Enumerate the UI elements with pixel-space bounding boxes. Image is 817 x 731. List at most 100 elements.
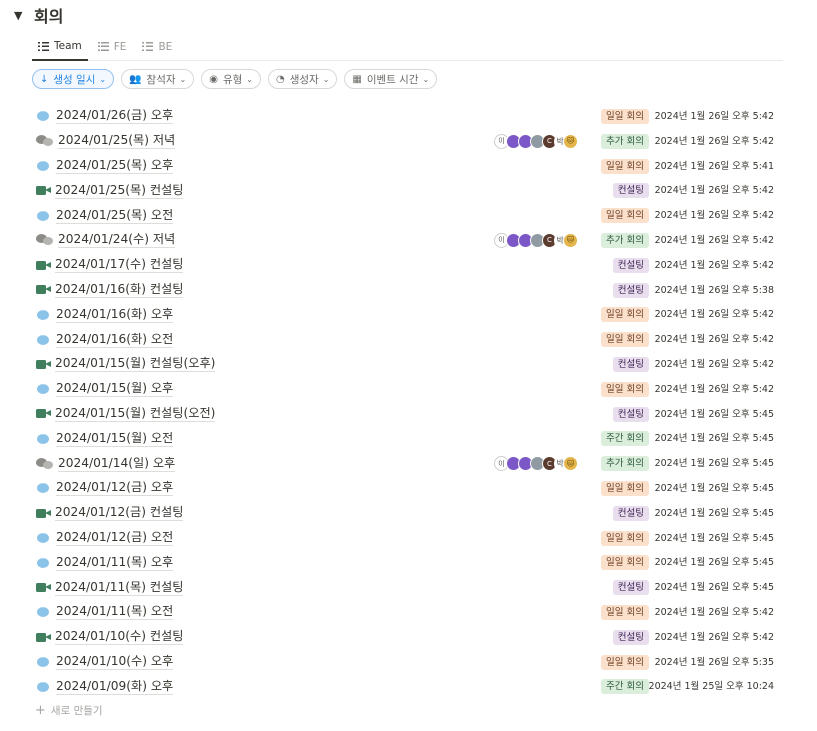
video-camera-icon	[36, 632, 51, 642]
meeting-title[interactable]: 2024/01/25(목) 저녁	[58, 133, 176, 150]
meeting-title[interactable]: 2024/01/15(월) 컨설팅(오후)	[55, 356, 216, 373]
meeting-title[interactable]: 2024/01/10(수) 오후	[56, 654, 174, 670]
list-item[interactable]: 2024/01/16(화) 오후 일일 회의 2024년 1월 26일 오후 5:4…	[32, 302, 783, 327]
list-item[interactable]: 2024/01/25(목) 오전 일일 회의 2024년 1월 26일 오후 5:4…	[32, 203, 783, 228]
tab-fe[interactable]: FE	[92, 33, 133, 60]
list-item[interactable]: 2024/01/11(목) 컨설팅 컨설팅 2024년 1월 26일 오후 5:45	[32, 575, 783, 600]
meeting-title[interactable]: 2024/01/25(목) 컨설팅	[55, 183, 184, 199]
meeting-title[interactable]: 2024/01/14(일) 오후	[58, 456, 176, 472]
toggle-triangle-icon[interactable]: ▼	[14, 9, 30, 22]
calendar-icon: ▦	[352, 73, 362, 85]
meeting-title[interactable]: 2024/01/12(금) 컨설팅	[55, 505, 184, 522]
meeting-title[interactable]: 2024/01/11(목) 오전	[56, 604, 174, 621]
list-item[interactable]: 2024/01/25(목) 컨설팅 컨설팅 2024년 1월 26일 오후 5:42	[32, 178, 783, 203]
list-item[interactable]: 2024/01/14(일) 오후 이 C 박 🐱 추가 회의 2024년 1월 26일 오후…	[32, 451, 783, 476]
attendee-avatars[interactable]: 이 C 박 🐱	[494, 456, 578, 472]
meeting-title[interactable]: 2024/01/11(목) 컨설팅	[55, 580, 184, 596]
meeting-title[interactable]: 2024/01/16(화) 오전	[56, 332, 174, 348]
list-item[interactable]: 2024/01/12(금) 오후 일일 회의 2024년 1월 26일 오후 5:4…	[32, 476, 783, 501]
chevron-down-icon: ⌄	[99, 74, 107, 84]
meeting-title[interactable]: 2024/01/16(화) 오후	[56, 307, 174, 323]
new-item-button[interactable]: + 새로 만들기	[35, 703, 103, 718]
avatar: 🐱	[563, 133, 578, 149]
created-time: 2024년 1월 26일 오후 5:42	[654, 135, 774, 147]
filter-chip[interactable]: 👥 참석자 ⌄	[121, 69, 195, 89]
meeting-type-tag: 추가 회의	[601, 232, 649, 248]
list-item[interactable]: 2024/01/12(금) 오전 일일 회의 2024년 1월 26일 오후 5:4…	[32, 526, 783, 551]
created-time: 2024년 1월 26일 오후 5:35	[654, 656, 774, 668]
attendee-avatars[interactable]: 이 C 박 🐱	[494, 133, 578, 149]
chat-bubble-icon	[37, 678, 49, 692]
avatar: 🐱	[563, 456, 578, 472]
tab-be[interactable]: BE	[136, 33, 178, 60]
meeting-title[interactable]: 2024/01/12(금) 오후	[56, 480, 174, 497]
created-time: 2024년 1월 26일 오후 5:45	[654, 458, 774, 470]
meeting-type-tag: 주간 회의	[601, 679, 649, 695]
created-time: 2024년 1월 26일 오후 5:42	[654, 185, 774, 197]
list-item[interactable]: 2024/01/17(수) 컨설팅 컨설팅 2024년 1월 26일 오후 5:42	[32, 253, 783, 278]
avatar: 🐱	[563, 232, 578, 248]
filter-label: 이벤트 시간	[366, 73, 419, 86]
filter-label: 생성자	[289, 73, 319, 86]
chevron-down-icon: ⌄	[179, 74, 187, 84]
chat-bubble-icon	[37, 554, 49, 568]
list-item[interactable]: 2024/01/25(목) 오후 일일 회의 2024년 1월 26일 오후 5:4…	[32, 154, 783, 179]
meeting-title[interactable]: 2024/01/25(목) 오전	[56, 208, 174, 224]
chat-bubble-icon	[37, 306, 49, 320]
list-item[interactable]: 2024/01/15(월) 오전 주간 회의 2024년 1월 26일 오후 5:4…	[32, 426, 783, 451]
created-time: 2024년 1월 26일 오후 5:45	[654, 482, 774, 494]
chat-bubble-icon	[37, 207, 49, 221]
meeting-title[interactable]: 2024/01/12(금) 오전	[56, 530, 174, 546]
list-item[interactable]: 2024/01/10(수) 컨설팅 컨설팅 2024년 1월 26일 오후 5:42	[32, 625, 783, 650]
list-item[interactable]: 2024/01/11(목) 오전 일일 회의 2024년 1월 26일 오후 5:4…	[32, 600, 783, 625]
database-title[interactable]: 회의	[34, 3, 63, 27]
list-item[interactable]: 2024/01/12(금) 컨설팅 컨설팅 2024년 1월 26일 오후 5:45	[32, 501, 783, 526]
meeting-title[interactable]: 2024/01/16(화) 컨설팅	[55, 282, 184, 298]
filter-chip[interactable]: ◉ 유형 ⌄	[201, 69, 261, 89]
list-item[interactable]: 2024/01/16(화) 컨설팅 컨설팅 2024년 1월 26일 오후 5:38	[32, 278, 783, 303]
creator-icon: ◔	[275, 73, 285, 85]
meeting-title[interactable]: 2024/01/15(월) 컨설팅(오전)	[55, 406, 216, 422]
meeting-title[interactable]: 2024/01/26(금) 오후	[56, 108, 174, 125]
tab-team[interactable]: Team	[32, 33, 88, 61]
meeting-type-tag: 일일 회의	[601, 307, 649, 323]
filter-chip[interactable]: ▦ 이벤트 시간 ⌄	[344, 69, 438, 89]
created-time: 2024년 1월 26일 오후 5:42	[654, 234, 774, 246]
list-item[interactable]: 2024/01/26(금) 오후 일일 회의 2024년 1월 26일 오후 5:4…	[32, 104, 783, 129]
list-item[interactable]: 2024/01/24(수) 저녁 이 C 박 🐱 추가 회의 2024년 1월 26일 오후…	[32, 228, 783, 253]
meeting-title[interactable]: 2024/01/25(목) 오후	[56, 158, 174, 174]
created-time: 2024년 1월 26일 오후 5:42	[654, 309, 774, 321]
chat-bubble-icon	[37, 529, 49, 543]
created-time: 2024년 1월 26일 오후 5:45	[654, 557, 774, 569]
tab-label: FE	[113, 40, 127, 53]
created-time: 2024년 1월 26일 오후 5:42	[654, 606, 774, 618]
list-item[interactable]: 2024/01/11(목) 오후 일일 회의 2024년 1월 26일 오후 5:4…	[32, 550, 783, 575]
list-item[interactable]: 2024/01/15(월) 오후 일일 회의 2024년 1월 26일 오후 5:4…	[32, 377, 783, 402]
list-item[interactable]: 2024/01/09(화) 오후 주간 회의2024년 1월 25일 오후 10:…	[32, 674, 783, 699]
meeting-type-tag: 일일 회의	[601, 381, 649, 397]
meeting-title[interactable]: 2024/01/15(월) 오전	[56, 431, 174, 447]
created-time: 2024년 1월 26일 오후 5:45	[654, 582, 774, 594]
meeting-title[interactable]: 2024/01/09(화) 오후	[56, 679, 174, 695]
list-item[interactable]: 2024/01/10(수) 오후 일일 회의 2024년 1월 26일 오후 5:3…	[32, 650, 783, 675]
meeting-type-tag: 추가 회의	[601, 133, 649, 149]
chat-bubble-icon	[37, 653, 49, 667]
filter-chip[interactable]: ◔ 생성자 ⌄	[267, 69, 338, 89]
list-item[interactable]: 2024/01/15(월) 컨설팅(오전) 컨설팅 2024년 1월 26일 오후 …	[32, 402, 783, 427]
meeting-title[interactable]: 2024/01/24(수) 저녁	[58, 232, 176, 249]
created-time: 2024년 1월 26일 오후 5:42	[654, 334, 774, 346]
meeting-title[interactable]: 2024/01/10(수) 컨설팅	[55, 629, 184, 646]
meeting-title[interactable]: 2024/01/17(수) 컨설팅	[55, 257, 184, 274]
created-time: 2024년 1월 26일 오후 5:41	[654, 160, 774, 172]
meeting-title[interactable]: 2024/01/15(월) 오후	[56, 381, 174, 398]
tab-label: BE	[158, 40, 173, 53]
sort-chip[interactable]: ↓ 생성 일시 ⌄	[32, 69, 115, 89]
video-camera-icon	[36, 409, 51, 419]
attendee-avatars[interactable]: 이 C 박 🐱	[494, 232, 578, 248]
list-item[interactable]: 2024/01/25(목) 저녁 이 C 박 🐱 추가 회의 2024년 1월 26일 오후…	[32, 129, 783, 154]
meeting-title[interactable]: 2024/01/11(목) 오후	[56, 555, 174, 571]
chat-bubble-icon	[37, 479, 49, 494]
plus-icon: +	[35, 702, 46, 718]
list-item[interactable]: 2024/01/15(월) 컨설팅(오후) 컨설팅 2024년 1월 26일 오후 …	[32, 352, 783, 377]
list-item[interactable]: 2024/01/16(화) 오전 일일 회의 2024년 1월 26일 오후 5:4…	[32, 327, 783, 352]
